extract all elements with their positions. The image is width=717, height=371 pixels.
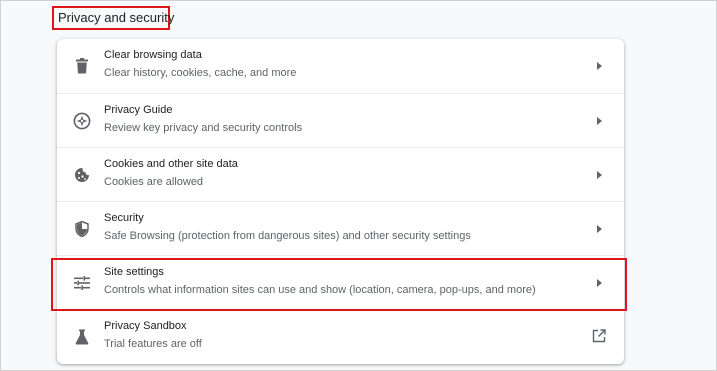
cookie-icon	[73, 166, 91, 184]
row-label: Site settings	[104, 266, 164, 278]
row-label: Privacy Sandbox	[104, 320, 187, 332]
row-site-settings[interactable]: Site settings Controls what information …	[57, 255, 624, 309]
row-description: Trial features are off	[104, 338, 202, 350]
row-description: Review key privacy and security controls	[104, 122, 303, 134]
row-description: Safe Browsing (protection from dangerous…	[104, 230, 471, 242]
row-label: Security	[104, 212, 144, 224]
chevron-right-icon	[597, 225, 602, 233]
chevron-right-icon	[597, 279, 602, 287]
trash-icon	[73, 57, 91, 75]
flask-icon	[73, 328, 91, 346]
privacy-guide-icon	[73, 112, 91, 130]
row-clear-browsing-data[interactable]: Clear browsing data Clear history, cooki…	[57, 39, 624, 93]
row-cookies-and-other-site-data[interactable]: Cookies and other site data Cookies are …	[57, 147, 624, 201]
row-label: Privacy Guide	[104, 104, 173, 116]
shield-icon	[73, 220, 91, 238]
row-description: Cookies are allowed	[104, 176, 204, 188]
row-label: Clear browsing data	[104, 49, 202, 61]
row-label: Cookies and other site data	[104, 158, 238, 170]
open-in-new-icon[interactable]	[592, 329, 606, 343]
settings-page: Privacy and security Clear browsing data…	[0, 0, 717, 371]
chevron-right-icon	[597, 171, 602, 179]
row-description: Controls what information sites can use …	[104, 284, 536, 296]
chevron-right-icon	[597, 117, 602, 125]
row-description: Clear history, cookies, cache, and more	[104, 67, 297, 79]
chevron-right-icon	[597, 62, 602, 70]
row-security[interactable]: Security Safe Browsing (protection from …	[57, 201, 624, 255]
section-title-privacy-and-security: Privacy and security	[52, 6, 174, 30]
row-privacy-sandbox[interactable]: Privacy Sandbox Trial features are off	[57, 309, 624, 363]
tune-icon	[73, 274, 91, 292]
row-privacy-guide[interactable]: Privacy Guide Review key privacy and sec…	[57, 93, 624, 147]
privacy-settings-card: Clear browsing data Clear history, cooki…	[57, 39, 624, 364]
